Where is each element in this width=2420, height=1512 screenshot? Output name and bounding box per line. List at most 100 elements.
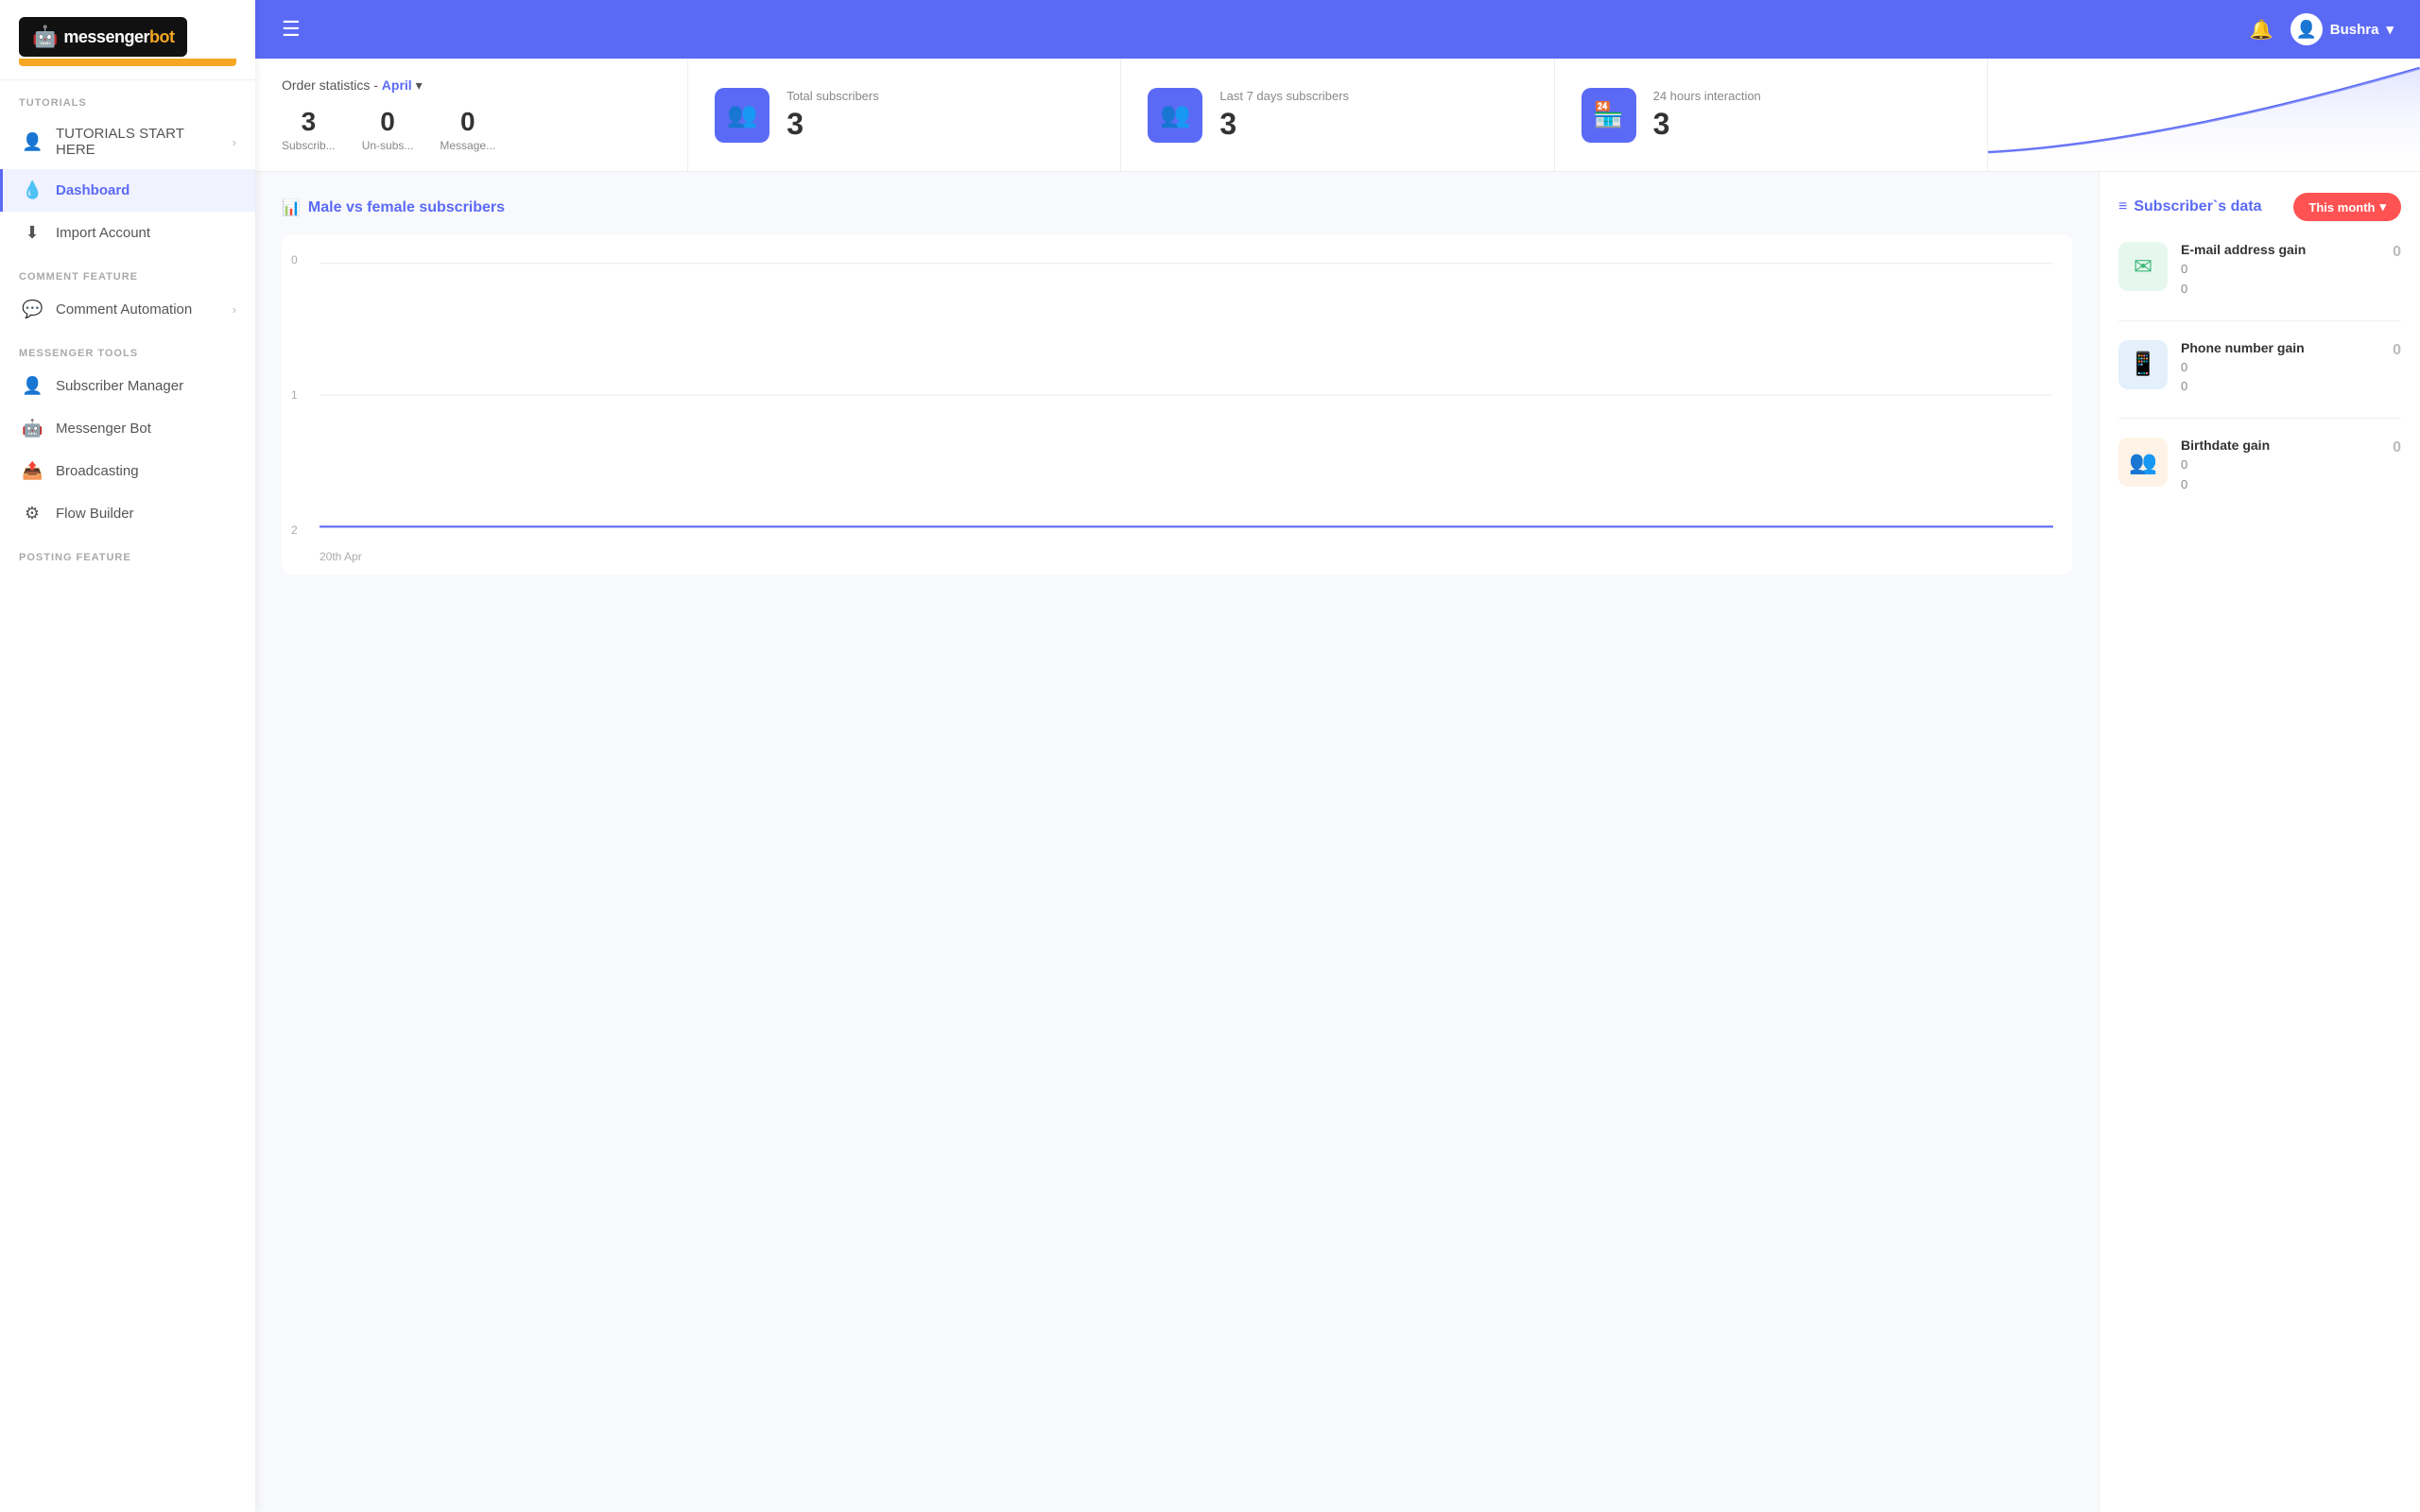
sidebar-item-flow-builder[interactable]: ⚙ Flow Builder bbox=[0, 492, 255, 535]
avatar: 👤 bbox=[2290, 13, 2323, 45]
24hours-icon: 🏪 bbox=[1582, 88, 1636, 143]
order-stat-num: 3 bbox=[282, 107, 336, 137]
birthdate-gain-val1: 0 bbox=[2181, 455, 2379, 475]
section-label-tutorials: TUTORIALS bbox=[0, 80, 255, 114]
logo-area: 🤖 messengerbot bbox=[0, 0, 255, 80]
24hours-info: 24 hours interaction 3 bbox=[1653, 89, 1761, 142]
sidebar-item-label: Flow Builder bbox=[56, 506, 236, 522]
order-stat-num: 0 bbox=[440, 107, 495, 137]
flow-icon: ⚙ bbox=[22, 504, 43, 524]
order-stats-numbers: 3 Subscrib... 0 Un-subs... 0 Message... bbox=[282, 107, 661, 152]
logo-accent: bot bbox=[149, 27, 174, 46]
divider bbox=[2118, 320, 2401, 321]
chart-section: 📊 Male vs female subscribers 2 1 0 bbox=[255, 172, 2099, 1512]
total-sub-num: 3 bbox=[786, 107, 879, 142]
24hours-num: 3 bbox=[1653, 107, 1761, 142]
hamburger-button[interactable]: ☰ bbox=[282, 17, 301, 41]
last7days-label: Last 7 days subscribers bbox=[1219, 89, 1349, 103]
chevron-icon: › bbox=[233, 302, 236, 317]
header: ☰ 🔔 👤 Bushra ▾ bbox=[255, 0, 2420, 59]
x-label-apr: 20th Apr bbox=[320, 550, 362, 563]
sidebar-item-label: TUTORIALS START HERE bbox=[56, 126, 219, 158]
last7days-num: 3 bbox=[1219, 107, 1349, 142]
24hours-card: 🏪 24 hours interaction 3 bbox=[1555, 59, 1988, 171]
email-gain-icon: ✉ bbox=[2118, 242, 2168, 291]
last7days-info: Last 7 days subscribers 3 bbox=[1219, 89, 1349, 142]
this-month-button[interactable]: This month ▾ bbox=[2293, 193, 2401, 221]
email-gain-val2: 0 bbox=[2181, 280, 2379, 300]
header-right: 🔔 👤 Bushra ▾ bbox=[2250, 13, 2394, 45]
email-gain-right-num: 0 bbox=[2393, 242, 2401, 261]
sidebar-item-messenger-bot[interactable]: 🤖 Messenger Bot bbox=[0, 407, 255, 450]
chart-y-labels: 2 1 0 bbox=[291, 253, 298, 537]
this-month-chevron-icon: ▾ bbox=[2379, 199, 2386, 215]
sidebar-item-subscriber-manager[interactable]: 👤 Subscriber Manager bbox=[0, 365, 255, 407]
header-left: ☰ bbox=[282, 17, 301, 42]
phone-gain-info: Phone number gain 0 0 bbox=[2181, 340, 2379, 398]
logo-yellow-bar bbox=[19, 59, 236, 66]
y-label-2: 2 bbox=[291, 524, 298, 537]
sidebar-item-label: Messenger Bot bbox=[56, 421, 236, 437]
sidebar-item-broadcasting[interactable]: 📤 Broadcasting bbox=[0, 450, 255, 492]
last7days-icon: 👥 bbox=[1148, 88, 1202, 143]
sidebar-item-dashboard[interactable]: 💧 Dashboard bbox=[0, 169, 255, 212]
chevron-icon: › bbox=[233, 135, 236, 149]
logo-bot-icon: 🤖 bbox=[32, 25, 58, 49]
birthdate-gain-val2: 0 bbox=[2181, 475, 2379, 495]
sidebar-item-tutorials-start-here[interactable]: 👤 TUTORIALS START HERE › bbox=[0, 114, 255, 169]
panel-title-icon: ≡ bbox=[2118, 198, 2127, 215]
section-label-messenger-tools: MESSENGER TOOLS bbox=[0, 331, 255, 365]
birthdate-gain-icon: 👥 bbox=[2118, 438, 2168, 487]
email-gain-val1: 0 bbox=[2181, 260, 2379, 280]
sidebar-item-comment-automation[interactable]: 💬 Comment Automation › bbox=[0, 288, 255, 331]
phone-gain-label: Phone number gain bbox=[2181, 340, 2379, 355]
bell-icon[interactable]: 🔔 bbox=[2250, 18, 2273, 42]
stats-row: Order statistics - April ▾ 3 Subscrib...… bbox=[255, 59, 2420, 172]
email-gain-item: ✉ E-mail address gain 0 0 0 bbox=[2118, 242, 2401, 300]
user-chevron-icon: ▾ bbox=[2386, 21, 2394, 38]
chart-svg bbox=[320, 253, 2053, 537]
phone-gain-val1: 0 bbox=[2181, 358, 2379, 378]
sidebar-item-label: Subscriber Manager bbox=[56, 378, 236, 394]
user-name: Bushra bbox=[2330, 22, 2379, 38]
main-area: ☰ 🔔 👤 Bushra ▾ Order statistics - April … bbox=[255, 0, 2420, 1512]
chart-title-text: Male vs female subscribers bbox=[308, 199, 505, 216]
this-month-label: This month bbox=[2308, 200, 2375, 215]
phone-gain-values: 0 0 bbox=[2181, 358, 2379, 398]
bot-icon: 🤖 bbox=[22, 419, 43, 438]
sidebar-item-label: Comment Automation bbox=[56, 301, 219, 318]
order-stats-label: Order statistics - bbox=[282, 77, 382, 93]
phone-gain-item: 📱 Phone number gain 0 0 0 bbox=[2118, 340, 2401, 398]
section-label-posting: POSTING FEATURE bbox=[0, 535, 255, 569]
phone-gain-val2: 0 bbox=[2181, 377, 2379, 397]
tutorials-icon: 👤 bbox=[22, 132, 43, 152]
comment-icon: 💬 bbox=[22, 300, 43, 319]
sidebar-item-label: Dashboard bbox=[56, 182, 236, 198]
dashboard-icon: 💧 bbox=[22, 180, 43, 200]
chart-title-icon: 📊 bbox=[282, 198, 301, 217]
total-sub-label: Total subscribers bbox=[786, 89, 879, 103]
total-subscribers-card: 👥 Total subscribers 3 bbox=[688, 59, 1121, 171]
order-stats-month[interactable]: April bbox=[382, 77, 412, 93]
chart-x-labels: 20th Apr bbox=[320, 550, 2053, 563]
birthdate-gain-right-num: 0 bbox=[2393, 438, 2401, 456]
user-menu[interactable]: 👤 Bushra ▾ bbox=[2290, 13, 2394, 45]
phone-gain-right-num: 0 bbox=[2393, 340, 2401, 359]
y-label-1: 1 bbox=[291, 388, 298, 402]
phone-gain-icon: 📱 bbox=[2118, 340, 2168, 389]
order-stat-messages: 0 Message... bbox=[440, 107, 495, 152]
order-stat-label: Message... bbox=[440, 139, 495, 152]
content-area: Order statistics - April ▾ 3 Subscrib...… bbox=[255, 59, 2420, 1512]
y-label-0: 0 bbox=[291, 253, 298, 266]
panel-title-text: Subscriber`s data bbox=[2134, 198, 2261, 215]
order-stat-num: 0 bbox=[362, 107, 414, 137]
birthdate-gain-values: 0 0 bbox=[2181, 455, 2379, 495]
sidebar-item-import-account[interactable]: ⬇ Import Account bbox=[0, 212, 255, 254]
sidebar: 🤖 messengerbot TUTORIALS 👤 TUTORIALS STA… bbox=[0, 0, 255, 1512]
broadcast-icon: 📤 bbox=[22, 461, 43, 481]
section-label-comment: COMMENT FEATURE bbox=[0, 254, 255, 288]
chart-title: 📊 Male vs female subscribers bbox=[282, 198, 2072, 217]
logo-box: 🤖 messengerbot bbox=[19, 17, 187, 57]
chart-container: 2 1 0 20th Apr bbox=[282, 234, 2072, 575]
right-panel-header: ≡ Subscriber`s data This month ▾ bbox=[2118, 193, 2401, 221]
